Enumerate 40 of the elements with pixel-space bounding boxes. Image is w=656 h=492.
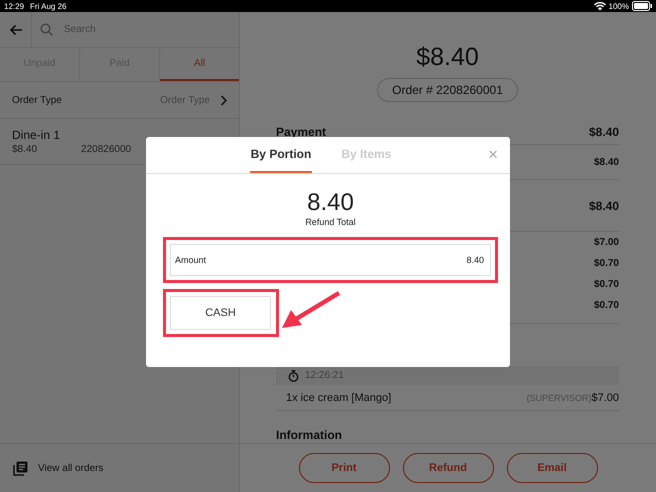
line-amount: $0.70 — [594, 300, 619, 311]
wifi-icon — [594, 2, 606, 10]
total-amount: $8.40 — [588, 198, 619, 212]
payment-method-button[interactable]: CASH — [170, 296, 271, 330]
back-arrow-icon — [8, 24, 22, 36]
order-total: $8.40 — [415, 42, 480, 72]
line-amount: $0.70 — [594, 258, 619, 269]
action-button[interactable]: Refund — [402, 453, 494, 483]
amount-value: 8.40 — [466, 255, 484, 265]
item-name: 1x ice cream [Mango] — [285, 392, 392, 404]
filter-label: Order Type — [12, 94, 62, 106]
refund-caption: Refund Total — [304, 217, 357, 227]
section-title: Payment — [276, 125, 326, 139]
line-amount: $8.40 — [594, 156, 619, 168]
search-icon — [40, 23, 53, 36]
close-button[interactable]: × — [488, 147, 498, 163]
line-amount: $0.70 — [594, 279, 619, 290]
section-amount: $8.40 — [588, 125, 619, 139]
stacked-document-icon — [13, 460, 28, 476]
chevron-right-icon — [220, 94, 227, 106]
action-button[interactable]: Email — [506, 453, 598, 483]
amount-label: Amount — [175, 255, 206, 265]
order-number-badge: Order # 2208260001 — [377, 78, 518, 102]
dialog-tab[interactable]: By Portion — [250, 137, 312, 173]
amount-field[interactable]: Amount 8.40 — [170, 244, 491, 276]
order-amount: $8.40 — [12, 144, 38, 155]
action-button[interactable]: Print — [298, 453, 390, 483]
status-time: 12:29 — [4, 2, 24, 10]
order-number: 220826000 — [81, 144, 132, 155]
refund-amount: 8.40 — [306, 190, 355, 216]
filter-tab[interactable]: All — [160, 48, 239, 81]
stopwatch-icon — [288, 370, 299, 382]
view-all-orders-link[interactable]: View all orders — [13, 458, 104, 478]
order-name: Dine-in 1 — [12, 128, 62, 142]
line-amount: $7.00 — [594, 237, 619, 248]
battery-icon — [632, 1, 652, 11]
battery-percent: 100% — [608, 2, 629, 10]
section-title: Information — [276, 428, 342, 442]
status-date: Fri Aug 26 — [30, 2, 66, 10]
item-price: $7.00 — [591, 392, 619, 404]
